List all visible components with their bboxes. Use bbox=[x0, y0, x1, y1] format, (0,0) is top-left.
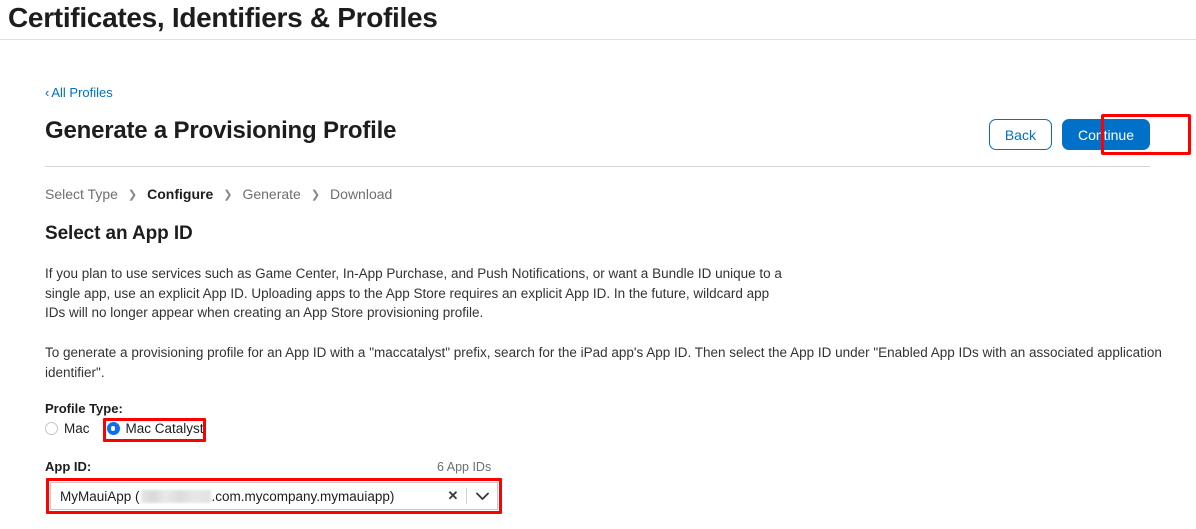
app-id-count: 6 App IDs bbox=[437, 460, 492, 474]
step-separator-icon: ❯ bbox=[223, 188, 233, 201]
app-id-selected-value[interactable]: MyMauiApp ( .com.mycompany.mymauiapp) bbox=[51, 489, 440, 504]
header-divider bbox=[0, 39, 1196, 40]
clear-icon[interactable]: ✕ bbox=[440, 488, 466, 504]
step-separator-icon: ❯ bbox=[127, 188, 138, 201]
profile-type-label: Profile Type: bbox=[45, 401, 123, 416]
radio-option-mac[interactable]: Mac bbox=[45, 421, 90, 436]
app-id-value-suffix: .com.mycompany.mymauiapp) bbox=[211, 488, 395, 504]
wizard-steps: Select Type ❯ Configure ❯ Generate ❯ Dow… bbox=[45, 186, 392, 202]
chevron-left-icon: ‹ bbox=[45, 85, 50, 100]
breadcrumb-all-profiles-label: All Profiles bbox=[51, 85, 113, 100]
radio-unchecked-icon[interactable] bbox=[45, 422, 58, 435]
wizard-step-download[interactable]: Download bbox=[330, 186, 392, 202]
page-title: Certificates, Identifiers & Profiles bbox=[8, 2, 438, 33]
wizard-step-select-type[interactable]: Select Type bbox=[45, 186, 118, 202]
radio-option-mac-catalyst[interactable]: Mac Catalyst bbox=[106, 421, 204, 436]
wizard-step-generate[interactable]: Generate bbox=[242, 186, 300, 202]
chevron-down-icon[interactable] bbox=[467, 492, 497, 501]
step-separator-icon: ❯ bbox=[310, 188, 321, 201]
wizard-step-configure[interactable]: Configure bbox=[147, 186, 213, 202]
section-title: Generate a Provisioning Profile bbox=[45, 117, 397, 144]
redacted-team-id bbox=[140, 489, 211, 503]
radio-option-mac-catalyst-label: Mac Catalyst bbox=[125, 421, 204, 436]
app-id-label: App ID: bbox=[45, 459, 92, 474]
maccatalyst-note-paragraph: To generate a provisioning profile for a… bbox=[45, 345, 1162, 380]
section-divider bbox=[45, 166, 1150, 167]
select-app-id-heading: Select an App ID bbox=[45, 223, 193, 244]
page-root: Certificates, Identifiers & Profiles ‹ Al… bbox=[0, 0, 1196, 529]
profile-type-radio-group: Mac Mac Catalyst bbox=[45, 421, 204, 436]
app-id-combobox[interactable]: MyMauiApp ( .com.mycompany.mymauiapp) ✕ bbox=[50, 482, 498, 510]
radio-option-mac-label: Mac bbox=[64, 421, 90, 436]
continue-button[interactable]: Continue bbox=[1061, 119, 1150, 150]
app-id-description-paragraph: If you plan to use services such as Game… bbox=[45, 266, 782, 320]
action-button-row: Back Continue bbox=[988, 119, 1150, 150]
app-id-value-prefix: MyMauiApp ( bbox=[60, 488, 140, 504]
radio-checked-icon[interactable] bbox=[106, 422, 120, 435]
back-button[interactable]: Back bbox=[988, 119, 1052, 150]
breadcrumb-all-profiles-link[interactable]: ‹ All Profiles bbox=[45, 85, 113, 100]
